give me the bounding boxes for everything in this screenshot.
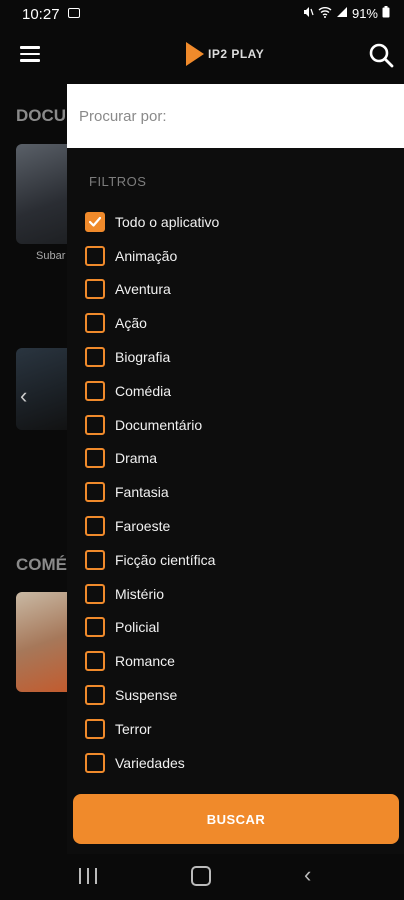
search-input[interactable] bbox=[67, 84, 404, 148]
filter-label: Mistério bbox=[115, 585, 165, 602]
buscar-button[interactable]: BUSCAR bbox=[73, 794, 399, 844]
filter-checkbox[interactable] bbox=[85, 245, 105, 266]
filter-label: Faroeste bbox=[115, 518, 171, 535]
filter-label: Aventura bbox=[115, 281, 171, 298]
status-time: 10:27 bbox=[22, 6, 60, 23]
poster-caption: Subar bbox=[36, 250, 66, 262]
filter-option[interactable]: Todo o aplicativo bbox=[85, 205, 385, 239]
filter-option[interactable]: Ficção científica bbox=[85, 543, 385, 577]
filter-checkbox[interactable] bbox=[85, 313, 105, 334]
battery-percent: 91% bbox=[351, 6, 378, 21]
filter-option[interactable]: Mistério bbox=[85, 577, 385, 611]
filter-checkbox[interactable] bbox=[85, 516, 105, 537]
filter-checkbox[interactable] bbox=[85, 482, 105, 503]
filter-checkbox[interactable] bbox=[85, 380, 105, 401]
status-indicators: 91% bbox=[302, 6, 390, 21]
search-icon[interactable] bbox=[368, 42, 394, 68]
chevron-left-icon[interactable]: ‹ bbox=[20, 383, 27, 409]
play-logo-icon bbox=[186, 42, 204, 66]
filter-option[interactable]: Documentário bbox=[85, 408, 385, 442]
status-bar: 10:27 91% bbox=[0, 0, 404, 28]
filter-checkbox[interactable] bbox=[85, 414, 105, 435]
filters-heading: FILTROS bbox=[89, 174, 147, 189]
filter-option[interactable]: Suspense bbox=[85, 678, 385, 712]
logo-text: IP2 PLAY bbox=[208, 47, 265, 61]
filter-label: Fantasia bbox=[115, 484, 169, 501]
filter-checkbox[interactable] bbox=[85, 752, 105, 773]
filter-option[interactable]: Fantasia bbox=[85, 475, 385, 509]
battery-icon bbox=[382, 6, 390, 21]
filter-option[interactable]: Comédia bbox=[85, 374, 385, 408]
back-icon[interactable]: ‹ bbox=[304, 862, 311, 888]
recent-apps-icon[interactable] bbox=[79, 868, 97, 884]
filter-option[interactable]: Terror bbox=[85, 712, 385, 746]
filter-label: Documentário bbox=[115, 416, 203, 433]
filter-option[interactable]: Variedades bbox=[85, 746, 385, 780]
hamburger-menu-icon[interactable] bbox=[20, 46, 40, 62]
section-title-documentario: DOCU bbox=[16, 106, 67, 125]
checkmark-icon bbox=[88, 216, 102, 227]
filter-checkbox[interactable] bbox=[85, 718, 105, 739]
system-nav-bar: ‹ bbox=[0, 854, 404, 900]
filter-checkbox[interactable] bbox=[85, 279, 105, 300]
gallery-notification-icon bbox=[68, 8, 80, 18]
filter-label: Drama bbox=[115, 450, 158, 467]
filter-checkbox[interactable] bbox=[85, 583, 105, 604]
filter-checkbox[interactable] bbox=[85, 448, 105, 469]
filter-label: Ficção científica bbox=[115, 551, 216, 568]
filter-label: Ação bbox=[115, 315, 147, 332]
filter-option[interactable]: Biografia bbox=[85, 340, 385, 374]
filter-checkbox[interactable] bbox=[85, 347, 105, 368]
section-title-comedia: COMÉ bbox=[16, 555, 67, 574]
filter-label: Todo o aplicativo bbox=[115, 213, 220, 230]
filter-label: Romance bbox=[115, 653, 175, 670]
filter-option[interactable]: Faroeste bbox=[85, 509, 385, 543]
filter-option[interactable]: Ação bbox=[85, 306, 385, 340]
filter-checkbox[interactable] bbox=[85, 211, 105, 232]
filter-label: Comédia bbox=[115, 382, 172, 399]
filter-checkbox[interactable] bbox=[85, 549, 105, 570]
filter-checkbox[interactable] bbox=[85, 651, 105, 672]
app-bar: IP2 PLAY bbox=[0, 28, 404, 84]
filter-label: Biografia bbox=[115, 349, 171, 366]
filter-checkbox[interactable] bbox=[85, 617, 105, 638]
filter-option[interactable]: Animação bbox=[85, 239, 385, 273]
filter-option[interactable]: Drama bbox=[85, 442, 385, 476]
filter-label: Animação bbox=[115, 247, 178, 264]
signal-icon bbox=[336, 6, 348, 21]
filter-label: Suspense bbox=[115, 687, 178, 704]
filter-option[interactable]: Policial bbox=[85, 611, 385, 645]
filter-label: Policial bbox=[115, 619, 160, 636]
mute-icon bbox=[302, 6, 314, 21]
wifi-icon bbox=[318, 6, 332, 21]
filter-drawer: FILTROS Todo o aplicativo Animação Aventur… bbox=[67, 84, 404, 860]
filter-option[interactable]: Aventura bbox=[85, 273, 385, 307]
filter-list: Todo o aplicativo Animação Aventura Ação Bio… bbox=[85, 205, 385, 780]
filter-checkbox[interactable] bbox=[85, 685, 105, 706]
home-icon[interactable] bbox=[191, 866, 211, 886]
filter-option[interactable]: Romance bbox=[85, 644, 385, 678]
app-logo: IP2 PLAY bbox=[186, 42, 264, 66]
filter-label: Variedades bbox=[115, 754, 185, 771]
filter-label: Terror bbox=[115, 720, 152, 737]
